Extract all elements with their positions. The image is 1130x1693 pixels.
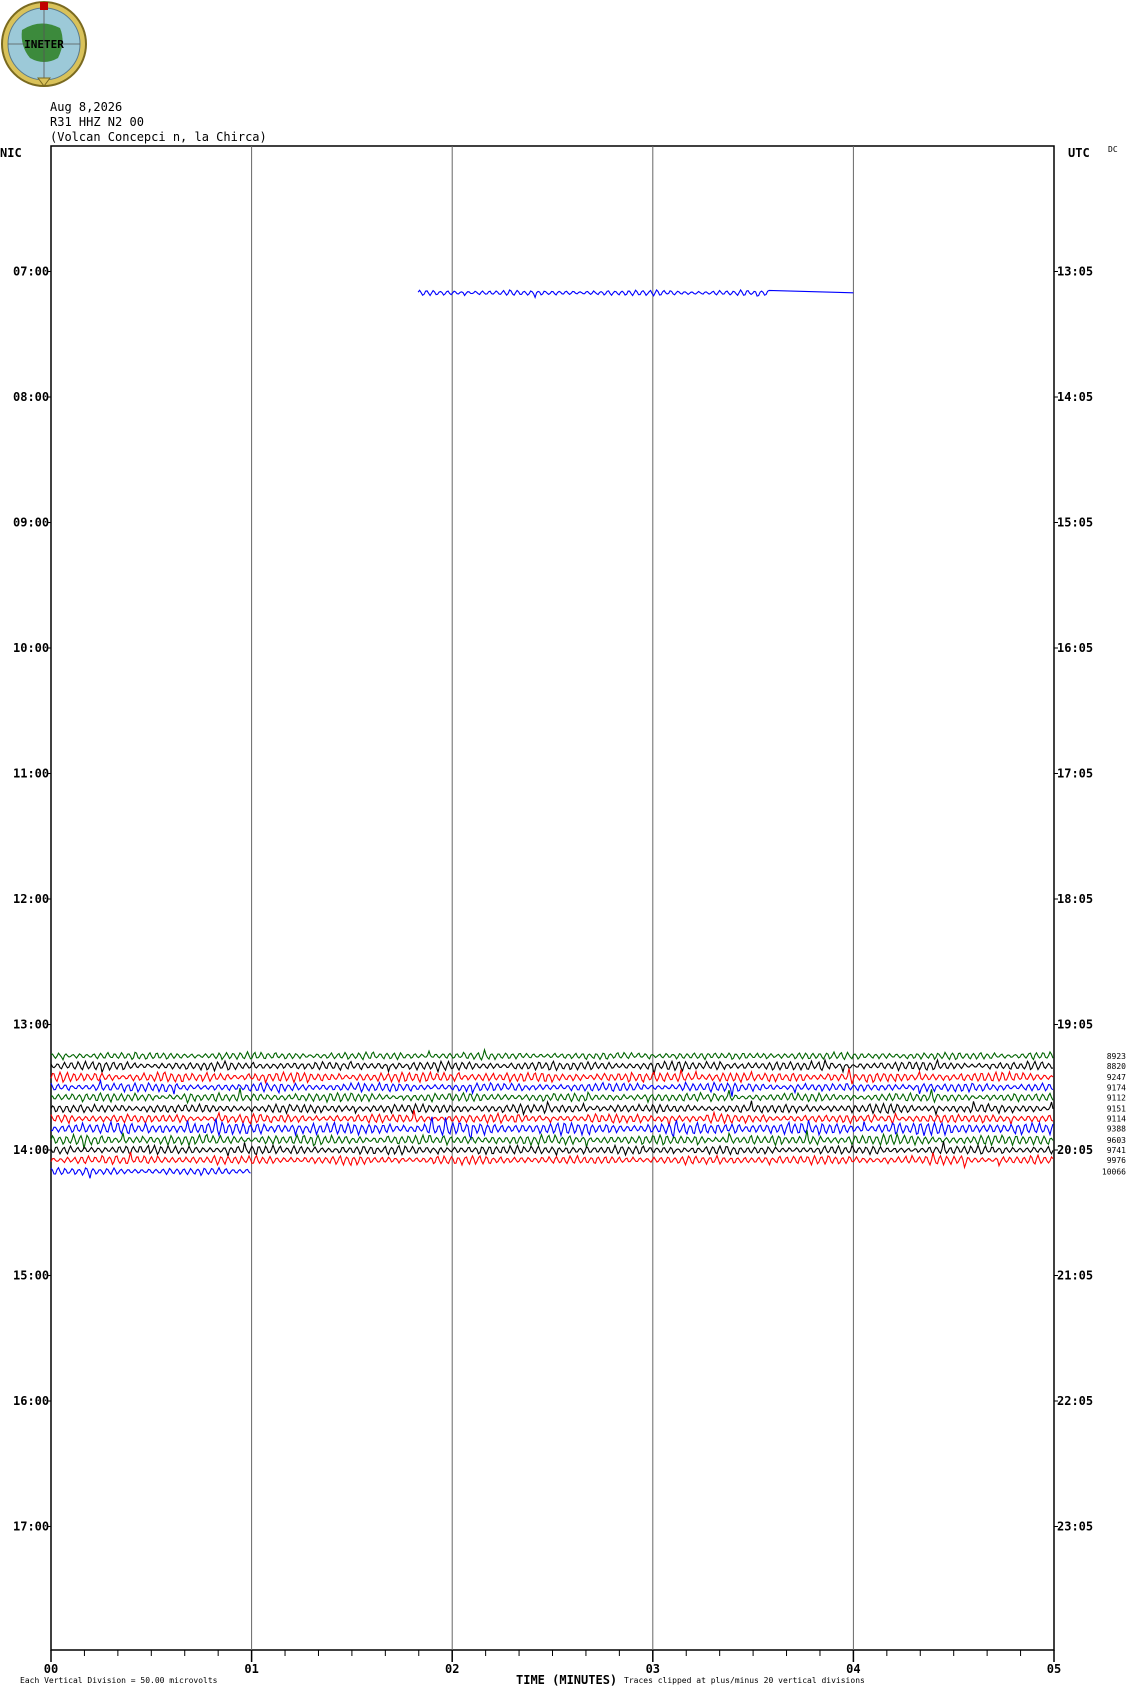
trace-count-label: 9174: [1107, 1083, 1126, 1092]
right-hour-label-23:05: 23:05: [1057, 1520, 1093, 1534]
x-tick-label-00: 00: [44, 1662, 58, 1676]
right-timezone-label: UTC: [1068, 146, 1090, 160]
right-hour-label-21:05: 21:05: [1057, 1269, 1093, 1283]
left-hour-label-17:00: 17:00: [13, 1520, 49, 1534]
left-hour-label-10:00: 10:00: [13, 641, 49, 655]
left-hour-label-09:00: 09:00: [13, 516, 49, 530]
trace-count-label: 9151: [1107, 1105, 1126, 1114]
seismic-trace: [50, 1068, 1054, 1085]
trace-count-label: 9114: [1107, 1115, 1126, 1124]
right-hour-label-16:05: 16:05: [1057, 641, 1093, 655]
right-hour-label-22:05: 22:05: [1057, 1394, 1093, 1408]
trace-layer: [50, 288, 1054, 1179]
header-location: (Volcan Concepci n, la Chirca): [50, 130, 267, 144]
right-hour-label-13:05: 13:05: [1057, 265, 1093, 279]
seismic-trace: [50, 1151, 1054, 1170]
seismogram-chart: INETER Aug 8,2026 R31 HHZ N2 00 (Volcan …: [0, 1, 1126, 1687]
trace-count-labels: 89238820 924791749112 915191149388 96039741…: [1102, 1052, 1126, 1176]
logo-text: INETER: [24, 38, 64, 51]
left-hour-label-08:00: 08:00: [13, 390, 49, 404]
trace-count-label: 9112: [1107, 1093, 1126, 1102]
seismic-trace: [50, 1100, 1054, 1117]
left-hour-label-07:00: 07:00: [13, 265, 49, 279]
left-hour-label-14:00: 14:00: [13, 1143, 49, 1157]
left-timezone-label: NIC: [0, 146, 22, 160]
seismic-trace: [50, 1057, 1054, 1075]
left-hour-label-11:00: 11:00: [13, 767, 49, 781]
left-hour-label-13:00: 13:00: [13, 1018, 49, 1032]
x-tick-label-04: 04: [846, 1662, 860, 1676]
dc-label: DC: [1108, 145, 1118, 154]
grid-lines: [251, 146, 854, 1650]
clip-note: Traces clipped at plus/minus 20 vertical…: [624, 1676, 865, 1685]
hour-labels: 07:00 13:05 08:00 14:05 09:00 15:05 10:00 16:05…: [13, 265, 1093, 1534]
plot-frame: [50, 145, 1055, 1651]
trace-count-label: 9976: [1107, 1156, 1126, 1165]
seismic-trace: [50, 1141, 1054, 1159]
trace-count-label: 9603: [1107, 1136, 1126, 1145]
trace-count-label: 9388: [1107, 1125, 1126, 1134]
x-tick-label-03: 03: [646, 1662, 660, 1676]
trace-count-label: 10066: [1102, 1167, 1126, 1176]
trace-count-label: 8820: [1107, 1062, 1126, 1071]
left-hour-label-12:00: 12:00: [13, 892, 49, 906]
seismic-trace: [50, 1047, 1054, 1062]
x-tick-label-01: 01: [244, 1662, 258, 1676]
helicorder-page: INETER Aug 8,2026 R31 HHZ N2 00 (Volcan …: [0, 0, 1130, 1689]
scale-note: Each Vertical Division = 50.00 microvolt…: [20, 1676, 218, 1685]
right-hour-label-14:05: 14:05: [1057, 390, 1093, 404]
x-tick-label-05: 05: [1047, 1662, 1061, 1676]
header-station: R31 HHZ N2 00: [50, 115, 144, 129]
seismic-trace: [50, 1166, 251, 1179]
right-hour-label-18:05: 18:05: [1057, 892, 1093, 906]
trace-count-label: 8923: [1107, 1052, 1126, 1061]
header-date: Aug 8,2026: [50, 100, 122, 114]
seismic-trace: [50, 1087, 1054, 1105]
right-hour-label-15:05: 15:05: [1057, 516, 1093, 530]
x-axis-title: TIME (MINUTES): [516, 1673, 617, 1687]
right-hour-label-17:05: 17:05: [1057, 767, 1093, 781]
ineter-logo: INETER: [1, 1, 87, 87]
left-hour-label-15:00: 15:00: [13, 1269, 49, 1283]
right-hour-label-20:05: 20:05: [1057, 1143, 1093, 1157]
trace-count-label: 9247: [1107, 1073, 1126, 1082]
right-hour-label-19:05: 19:05: [1057, 1018, 1093, 1032]
trace-count-label: 9741: [1107, 1146, 1126, 1155]
x-tick-label-02: 02: [445, 1662, 459, 1676]
seismic-trace: [417, 288, 854, 299]
left-hour-label-16:00: 16:00: [13, 1394, 49, 1408]
